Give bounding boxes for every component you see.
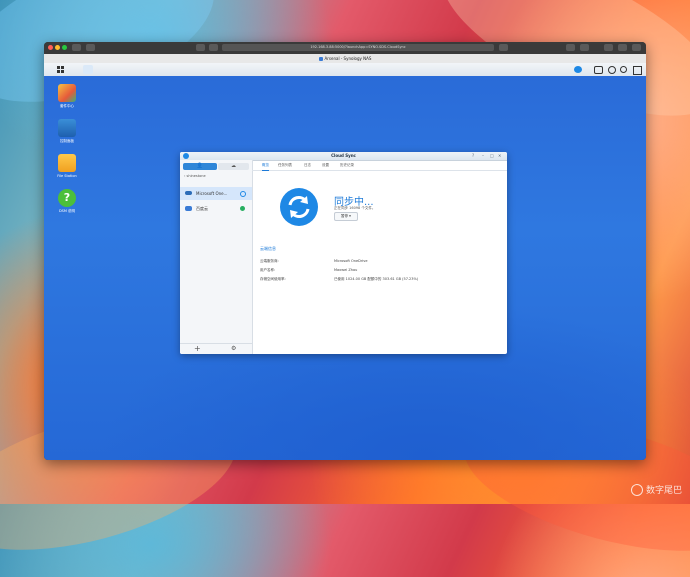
pause-button[interactable]: 暂停 ▾: [334, 212, 358, 221]
watermark-logo-icon: [631, 484, 644, 496]
favicon-icon: [318, 57, 323, 61]
desktop-icon-control-panel[interactable]: 控制面板: [47, 119, 87, 144]
main-panel: 概览 任务列表 日志 设置 历史记录 同步中... 正在同步 16098 个文件…: [252, 160, 507, 354]
connection-onedrive[interactable]: Microsoft One...: [180, 187, 252, 200]
share-button[interactable]: [580, 44, 589, 51]
connection-label: 百度云: [196, 206, 208, 211]
info-key: 用户名称:: [260, 268, 276, 272]
desktop-icon-help[interactable]: ? DSM 说明: [47, 189, 87, 214]
gear-icon[interactable]: ⚙: [231, 344, 236, 354]
user-segment-button[interactable]: 👤: [183, 163, 217, 170]
help-button[interactable]: ?: [472, 153, 474, 158]
cloud-sync-window: Cloud Sync ? – □ ✕ 👤 ☁ ‹ shinestone Micr…: [180, 152, 507, 354]
section-title: 云端信息: [260, 246, 276, 251]
chevron-icon: ‹: [184, 174, 186, 178]
maximize-button[interactable]: □: [490, 153, 494, 158]
watermark: 数字尾巴: [631, 483, 682, 496]
tab-settings[interactable]: 设置: [322, 160, 329, 170]
caret-down-icon: ▾: [349, 214, 351, 218]
new-tab-button[interactable]: [632, 44, 641, 51]
info-key: 云端服务商:: [260, 259, 279, 263]
close-button[interactable]: ✕: [498, 153, 501, 158]
ok-status-icon: [240, 206, 245, 211]
tab-task-list[interactable]: 任务列表: [278, 160, 292, 170]
minimize-dot[interactable]: [55, 45, 60, 50]
message-icon[interactable]: [594, 66, 603, 74]
desktop-icon-file-station[interactable]: File Station: [47, 154, 87, 178]
minimize-button[interactable]: –: [482, 153, 484, 158]
onedrive-icon: [185, 191, 192, 195]
info-key: 存储空间使用率:: [260, 277, 286, 281]
dsm-desktop: 套件中心 控制面板 File Station ? DSM 说明 Cloud Sy…: [44, 76, 646, 460]
window-title: Cloud Sync: [331, 153, 356, 158]
tab-log[interactable]: 日志: [304, 160, 311, 170]
baidu-cloud-icon: [185, 206, 192, 211]
reader-icon[interactable]: [209, 44, 218, 51]
connections-sidebar: 👤 ☁ ‹ shinestone Microsoft One... 百度云 + …: [180, 160, 253, 354]
maximize-dot[interactable]: [62, 45, 67, 50]
browser-tab[interactable]: Arsenal - Synology NAS: [284, 54, 406, 63]
tab-strip: 概览 任务列表 日志 设置 历史记录: [252, 160, 507, 171]
tab-title: Arsenal - Synology NAS: [324, 56, 372, 61]
add-icon[interactable]: +: [194, 344, 201, 354]
address-bar[interactable]: 192.168.3.88:5000/?launchApp=SYNO.SDS.Cl…: [222, 44, 494, 51]
back-button[interactable]: [86, 44, 95, 51]
close-dot[interactable]: [48, 45, 53, 50]
help-icon: ?: [58, 189, 76, 207]
browser-window: 192.168.3.88:5000/?launchApp=SYNO.SDS.Cl…: [44, 42, 646, 460]
watermark-text: 数字尾巴: [645, 485, 682, 496]
user-icon[interactable]: [608, 66, 616, 74]
status-subtitle: 正在同步 16098 个文件。: [334, 206, 376, 210]
syncing-status-icon: [240, 191, 246, 197]
tabs-button[interactable]: [618, 44, 627, 51]
shield-icon[interactable]: [196, 44, 205, 51]
pause-label: 暂停: [341, 214, 349, 218]
control-panel-icon: [58, 119, 76, 137]
connection-label: Microsoft One...: [196, 191, 228, 196]
package-center-icon: [58, 84, 76, 102]
widgets-icon[interactable]: [633, 66, 642, 75]
tab-overview[interactable]: 概览: [262, 160, 269, 171]
info-value: 已使用 1024.00 GB 配额中的 303.61 GB (57.23%): [334, 277, 419, 281]
cloud-sync-tray-icon[interactable]: [574, 66, 582, 73]
sync-status-icon: [280, 188, 318, 226]
sidebar-footer: + ⚙: [180, 343, 252, 354]
info-value: Microsoft OneDrive: [334, 259, 368, 263]
cloud-segment-button[interactable]: ☁: [218, 163, 249, 170]
dsm-taskbar: [44, 63, 646, 77]
desktop-icon-package-center[interactable]: 套件中心: [47, 84, 87, 109]
user-name-text: shinestone: [186, 174, 206, 178]
connection-baidu[interactable]: 百度云: [180, 202, 252, 215]
refresh-button[interactable]: [499, 44, 508, 51]
folder-icon: [58, 154, 76, 172]
cloud-sync-taskbar-icon[interactable]: [83, 65, 93, 74]
tab-history[interactable]: 历史记录: [340, 160, 354, 170]
user-name: ‹ shinestone: [184, 174, 206, 178]
pen-icon[interactable]: [604, 44, 613, 51]
info-value: Maxwei Zhou: [334, 268, 358, 272]
extension-icon[interactable]: [566, 44, 575, 51]
sidebar-toggle-button[interactable]: [72, 44, 81, 51]
search-icon[interactable]: [620, 66, 627, 73]
main-menu-icon[interactable]: [57, 66, 64, 73]
